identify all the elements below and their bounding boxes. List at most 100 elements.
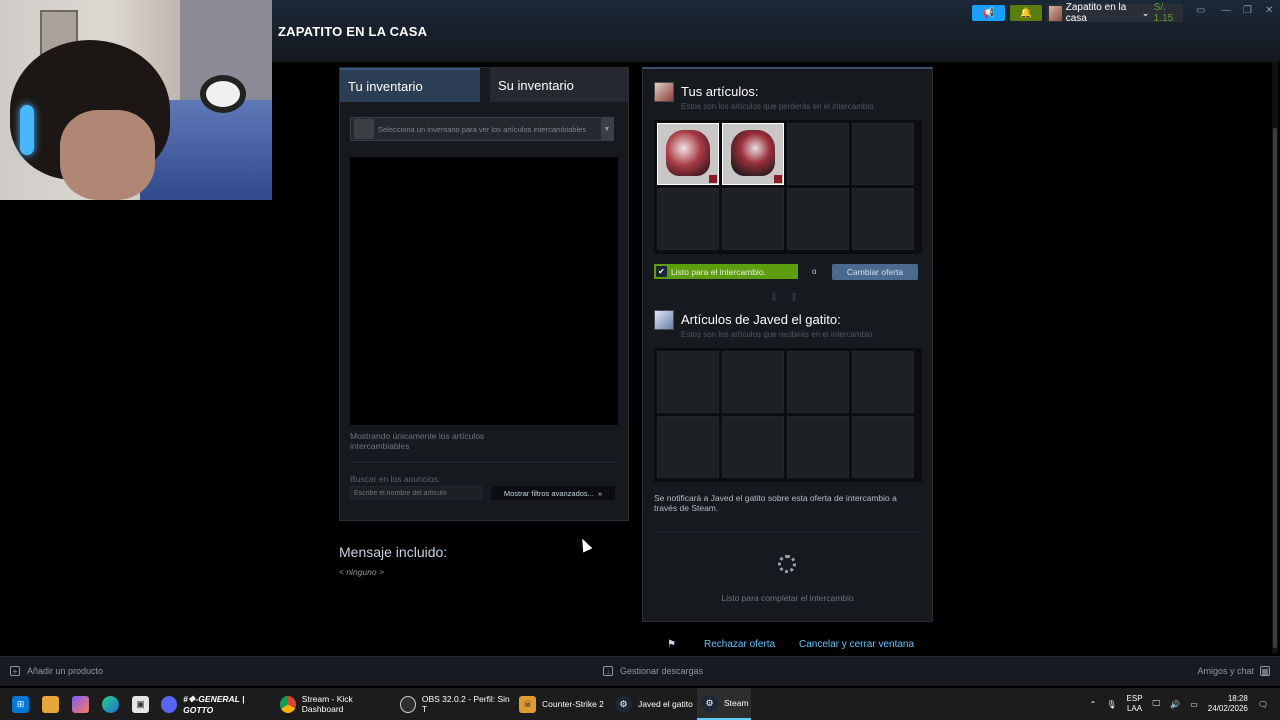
minimize-button[interactable]: — <box>1221 5 1231 16</box>
start-button[interactable]: ⊞ <box>8 688 29 720</box>
search-input[interactable] <box>350 486 482 500</box>
taskbar-app-obs[interactable]: OBS 32.0.2 - Perfil: Sin T <box>396 688 510 720</box>
empty-slot <box>852 416 914 478</box>
avatar <box>654 82 674 102</box>
account-menu-button[interactable]: Zapatito en la casa ⌄ S/. 1.15 <box>1047 2 1183 24</box>
steam-icon: ⚙ <box>701 694 718 712</box>
empty-slot <box>722 416 784 478</box>
clock-date: 24/02/2026 <box>1207 704 1248 713</box>
reject-offer-link[interactable]: Rechazar oferta <box>704 639 775 650</box>
item-image <box>666 130 710 176</box>
windows-icon: ⊞ <box>12 695 29 713</box>
divider <box>350 462 618 463</box>
clock[interactable]: 18:28 24/02/2026 <box>1208 694 1248 714</box>
taskbar-app-label: #❖-GENERAL | GOTTO <box>183 693 245 715</box>
close-button[interactable]: ✕ <box>1265 5 1273 16</box>
their-items-grid <box>654 348 922 482</box>
empty-slot <box>852 123 914 185</box>
manage-downloads-label: Gestionar descargas <box>620 666 704 676</box>
item-image <box>731 130 775 176</box>
advanced-filters-label: Mostrar filtros avanzados... <box>503 488 594 498</box>
their-items-subtitle: Estos son los artículos que recibirás en… <box>681 330 873 339</box>
message-value: < ninguno > <box>339 567 384 577</box>
trade-status: Listo para completar el intercambio <box>721 593 854 603</box>
or-label: o <box>812 267 817 276</box>
my-items-grid <box>654 120 922 254</box>
mouse-cursor-icon <box>577 536 593 553</box>
big-picture-icon[interactable]: ▭ <box>1196 5 1205 16</box>
steam-icon: ⚙ <box>615 695 632 713</box>
notification-center-icon[interactable]: 🗨 <box>1258 700 1268 709</box>
taskbar-app-discord[interactable]: #❖-GENERAL | GOTTO <box>157 688 272 720</box>
discord-icon <box>161 695 178 713</box>
wallet-balance: S/. 1.15 <box>1153 2 1174 24</box>
trade-item-slot[interactable] <box>722 123 784 185</box>
divider <box>654 531 922 532</box>
folder-icon <box>42 695 59 713</box>
restore-button[interactable]: ❐ <box>1243 5 1252 16</box>
their-items-title: Artículos de Javed el gatito: <box>681 312 841 327</box>
add-product-button[interactable]: + Añadir un producto <box>10 666 103 676</box>
empty-slot <box>852 188 914 250</box>
empty-slot <box>657 351 719 413</box>
search-label: Buscar en los anuncios: <box>350 474 441 484</box>
checkmark-icon: ✔ <box>656 266 667 277</box>
game-icon <box>354 119 374 139</box>
empty-slot <box>722 188 784 250</box>
taskbar-app-steam[interactable]: ⚙ Steam <box>697 688 751 720</box>
megaphone-icon: 📢 <box>982 7 995 19</box>
tab-my-inventory[interactable]: Tu inventario <box>340 68 480 102</box>
empty-slot <box>657 416 719 478</box>
tab-their-inventory[interactable]: Su inventario <box>490 68 628 102</box>
store-button[interactable]: ▣ <box>128 688 149 720</box>
download-icon: ↓ <box>603 666 613 676</box>
plus-icon: + <box>10 666 20 676</box>
steam-footer: + Añadir un producto ↓ Gestionar descarg… <box>0 656 1280 686</box>
chevron-down-icon: ⌄ <box>1141 7 1150 19</box>
friends-chat-button[interactable]: Amigos y chat ▦ <box>1197 666 1270 676</box>
chrome-icon <box>280 695 296 713</box>
file-explorer-button[interactable] <box>38 688 59 720</box>
chat-icon: ▦ <box>1260 666 1270 676</box>
change-offer-button[interactable]: Cambiar oferta <box>832 264 918 280</box>
battery-icon[interactable]: ▭ <box>1190 700 1198 709</box>
edge-icon <box>102 695 119 713</box>
microphone-icon[interactable]: 🎙 <box>1106 700 1116 709</box>
notifications-button[interactable]: 🔔 <box>1010 5 1042 21</box>
double-chevron-down-icon: » <box>597 488 603 498</box>
language-indicator[interactable]: ESP LAA <box>1127 694 1143 714</box>
cancel-close-link[interactable]: Cancelar y cerrar ventana <box>799 639 914 650</box>
trade-item-slot[interactable] <box>657 123 719 185</box>
taskbar-app-chrome[interactable]: Stream - Kick Dashboard <box>276 688 390 720</box>
swap-arrows-icon: ⬇⬆ <box>769 290 810 304</box>
ready-to-trade-checkbox[interactable]: ✔ Listo para el intercambio. <box>654 264 798 279</box>
taskbar-app-javed[interactable]: ⚙ Javed el gatito <box>611 688 695 720</box>
manage-downloads-button[interactable]: ↓ Gestionar descargas <box>603 666 703 676</box>
scrollbar-thumb[interactable] <box>1273 128 1277 648</box>
friends-chat-label: Amigos y chat <box>1197 666 1254 676</box>
language-code: ESP <box>1126 694 1143 703</box>
copilot-icon <box>72 695 89 713</box>
item-tag <box>709 175 717 183</box>
chevron-up-icon[interactable]: ⌃ <box>1090 700 1097 709</box>
empty-slot <box>657 188 719 250</box>
empty-slot <box>787 188 849 250</box>
taskbar-app-cs2[interactable]: ☠ Counter-Strike 2 <box>515 688 607 720</box>
flag-icon[interactable]: ⚑ <box>667 639 676 650</box>
empty-slot <box>787 351 849 413</box>
copilot-button[interactable] <box>68 688 89 720</box>
taskbar-app-label: Counter-Strike 2 <box>542 699 604 709</box>
inventory-select[interactable]: Selecciona un inventario para ver los ar… <box>350 117 614 141</box>
speaker-icon[interactable]: 🔊 <box>1170 700 1180 709</box>
cs2-icon: ☠ <box>519 695 536 713</box>
page-title: ZAPATITO EN LA CASA <box>278 24 428 39</box>
empty-slot <box>852 351 914 413</box>
system-tray: ⌃ 🎙 ESP LAA 🖵 🔊 ▭ 18:28 24/02/2026 🗨 <box>1090 688 1280 720</box>
empty-slot <box>722 351 784 413</box>
clock-time: 18:28 <box>1227 694 1248 703</box>
announcements-button[interactable]: 📢 <box>972 5 1005 21</box>
keyboard-layout: LAA <box>1126 704 1143 713</box>
network-icon[interactable]: 🖵 <box>1153 699 1161 709</box>
edge-button[interactable] <box>98 688 119 720</box>
advanced-filters-button[interactable]: Mostrar filtros avanzados... » <box>491 486 615 500</box>
